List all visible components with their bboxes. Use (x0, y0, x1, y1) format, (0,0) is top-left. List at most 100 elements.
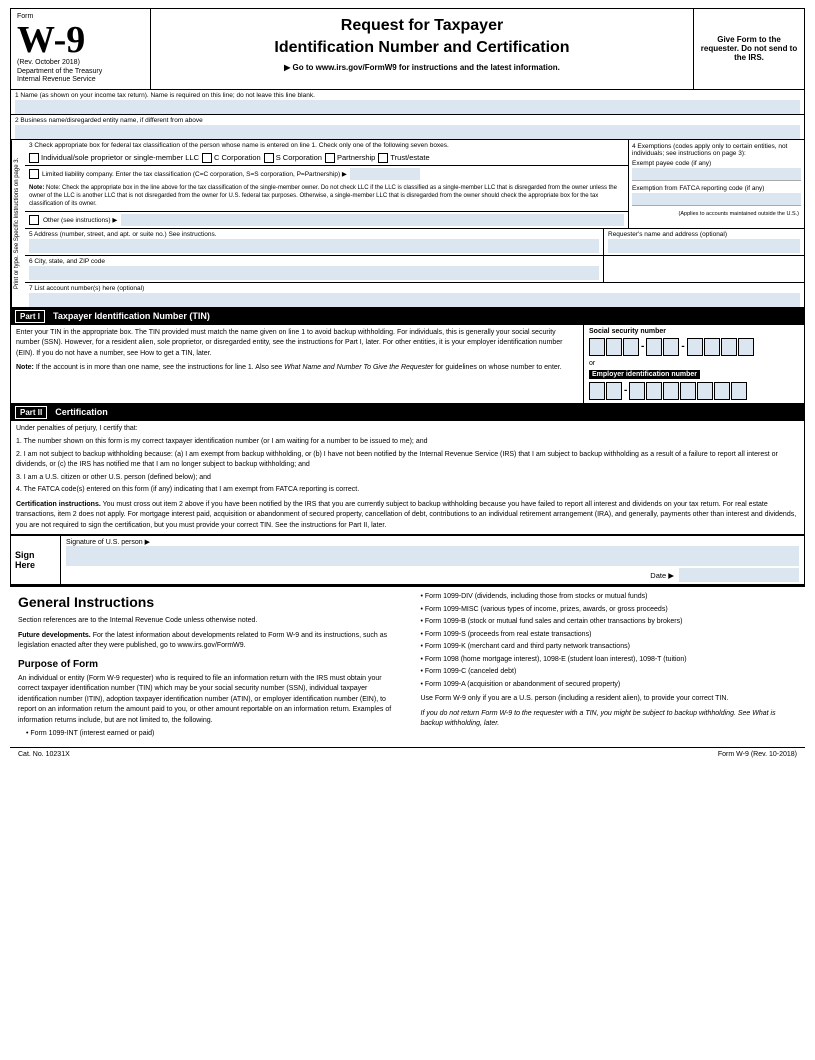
c-corp-checkbox[interactable] (202, 153, 212, 163)
cat-no: Cat. No. 10231X (18, 751, 70, 758)
requesters-input[interactable] (608, 239, 800, 253)
ein-digit-2[interactable] (606, 382, 622, 400)
row-6: 6 City, state, and ZIP code (25, 256, 804, 283)
tin-note-text: If the account is in more than one name,… (36, 364, 562, 371)
city-left: 6 City, state, and ZIP code (25, 256, 604, 282)
sig-label: Signature of U.S. person ▶ (66, 538, 799, 546)
line5-input[interactable] (29, 239, 599, 253)
sign-date-row: Date ▶ (66, 568, 799, 582)
individual-checkbox-item[interactable]: Individual/sole proprietor or single-mem… (29, 153, 199, 163)
sig-input[interactable] (66, 546, 799, 566)
other-row: Other (see instructions) ▶ (25, 211, 628, 228)
exemptions-section: 4 Exemptions (codes apply only to certai… (629, 140, 804, 228)
line1-input[interactable] (15, 100, 800, 114)
sign-section: Sign Here Signature of U.S. person ▶ Dat… (11, 535, 804, 585)
other-input[interactable] (121, 214, 624, 226)
requesters-label: Requester's name and address (optional) (608, 231, 800, 238)
line7-section: 7 List account number(s) here (optional) (25, 283, 804, 307)
ein-digit-9[interactable] (731, 382, 747, 400)
line2-label: 2 Business name/disregarded entity name,… (15, 117, 800, 124)
instructions-left: General Instructions Section references … (18, 592, 403, 742)
ssn-label: Social security number (589, 328, 799, 335)
partnership-label: Partnership (337, 153, 375, 162)
llc-input[interactable] (350, 168, 420, 180)
partnership-checkbox-item[interactable]: Partnership (325, 153, 375, 163)
part2-label: Part II (15, 406, 47, 419)
ssn-digit-5[interactable] (663, 338, 679, 356)
general-instructions: General Instructions Section references … (10, 586, 805, 747)
ein-digit-1[interactable] (589, 382, 605, 400)
tin-section: Enter your TIN in the appropriate box. T… (11, 325, 804, 404)
tin-body: Enter your TIN in the appropriate box. T… (16, 328, 578, 360)
s-corp-checkbox-item[interactable]: S Corporation (264, 153, 322, 163)
c-corp-label: C Corporation (214, 153, 261, 162)
ssn-digit-2[interactable] (606, 338, 622, 356)
header-center: Request for Taxpayer Identification Numb… (151, 9, 694, 89)
purpose-text: An individual or entity (Form W-9 reques… (18, 674, 403, 727)
side-instructions: Print or type. See Specific Instructions… (11, 140, 25, 307)
ein-digit-3[interactable] (629, 382, 645, 400)
certification-section: Under penalties of perjury, I certify th… (11, 421, 804, 536)
line7-label: 7 List account number(s) here (optional) (29, 285, 800, 292)
ein-digit-4[interactable] (646, 382, 662, 400)
sign-label: Sign Here (11, 536, 61, 584)
ssn-dash-2: - (681, 341, 684, 352)
cert-item3: 3. I am a U.S. citizen or other U.S. per… (16, 473, 799, 484)
right-bullet-7: • Form 1099-A (acquisition or abandonmen… (421, 680, 798, 691)
ssn-boxes: - - (589, 338, 799, 356)
ein-digit-7[interactable] (697, 382, 713, 400)
row3-main: 3 Check appropriate box for federal tax … (25, 140, 629, 228)
ein-digit-5[interactable] (663, 382, 679, 400)
bullet1: • Form 1099-INT (interest earned or paid… (26, 729, 403, 740)
row-5: 5 Address (number, street, and apt. or s… (25, 228, 804, 256)
goto-text: ▶ Go to www.irs.gov/FormW9 for instructi… (161, 63, 683, 72)
inst-title: General Instructions (18, 592, 403, 613)
ssn-digit-3[interactable] (623, 338, 639, 356)
individual-label: Individual/sole proprietor or single-mem… (41, 153, 199, 162)
w9-logo: W-9 (17, 21, 144, 59)
future-dev: Future developments. For the latest info… (18, 631, 403, 652)
right-bullet-0: • Form 1099-DIV (dividends, including th… (421, 592, 798, 603)
fatca-section: Exemption from FATCA reporting code (if … (632, 181, 801, 210)
right-bullet-3: • Form 1099-S (proceeds from real estate… (421, 630, 798, 641)
line1-section: 1 Name (as shown on your income tax retu… (11, 90, 804, 114)
c-corp-checkbox-item[interactable]: C Corporation (202, 153, 261, 163)
s-corp-checkbox[interactable] (264, 153, 274, 163)
right-bullet-1: • Form 1099-MISC (various types of incom… (421, 605, 798, 616)
line5-label: 5 Address (number, street, and apt. or s… (29, 231, 599, 238)
part1-container: Part I Taxpayer Identification Number (T… (10, 308, 805, 587)
trust-checkbox-item[interactable]: Trust/estate (378, 153, 429, 163)
row3-inner: 3 Check appropriate box for federal tax … (25, 140, 804, 228)
line6-input[interactable] (29, 266, 599, 280)
line7-input[interactable] (29, 293, 800, 307)
partnership-checkbox[interactable] (325, 153, 335, 163)
ein-digit-8[interactable] (714, 382, 730, 400)
other-checkbox[interactable] (29, 215, 39, 225)
form-header: Form W-9 (Rev. October 2018) Department … (10, 8, 805, 90)
city-right-space (608, 258, 800, 272)
ssn-digit-1[interactable] (589, 338, 605, 356)
under-penalties: Under penalties of perjury, I certify th… (16, 424, 799, 435)
city-right (604, 256, 804, 282)
form-footer-label: Form W-9 (Rev. 10-2018) (718, 751, 797, 758)
ein-digit-6[interactable] (680, 382, 696, 400)
purpose-title: Purpose of Form (18, 657, 403, 672)
line2-input[interactable] (15, 125, 800, 139)
right-bullet-2: • Form 1099-B (stock or mutual fund sale… (421, 617, 798, 628)
ein-boxes: - (589, 382, 799, 400)
ssn-group2 (646, 338, 679, 356)
address-left: 5 Address (number, street, and apt. or s… (25, 229, 604, 255)
trust-checkbox[interactable] (378, 153, 388, 163)
ssn-digit-4[interactable] (646, 338, 662, 356)
ssn-digit-8[interactable] (721, 338, 737, 356)
fatca-input[interactable] (632, 193, 801, 206)
llc-checkbox[interactable] (29, 169, 39, 179)
right-bullet-9: If you do not return Form W-9 to the req… (421, 709, 798, 730)
individual-checkbox[interactable] (29, 153, 39, 163)
w9-title: W-9 (17, 21, 85, 59)
exempt-payee-input[interactable] (632, 168, 801, 181)
ssn-digit-6[interactable] (687, 338, 703, 356)
date-input[interactable] (679, 568, 799, 582)
ssn-digit-9[interactable] (738, 338, 754, 356)
ssn-digit-7[interactable] (704, 338, 720, 356)
